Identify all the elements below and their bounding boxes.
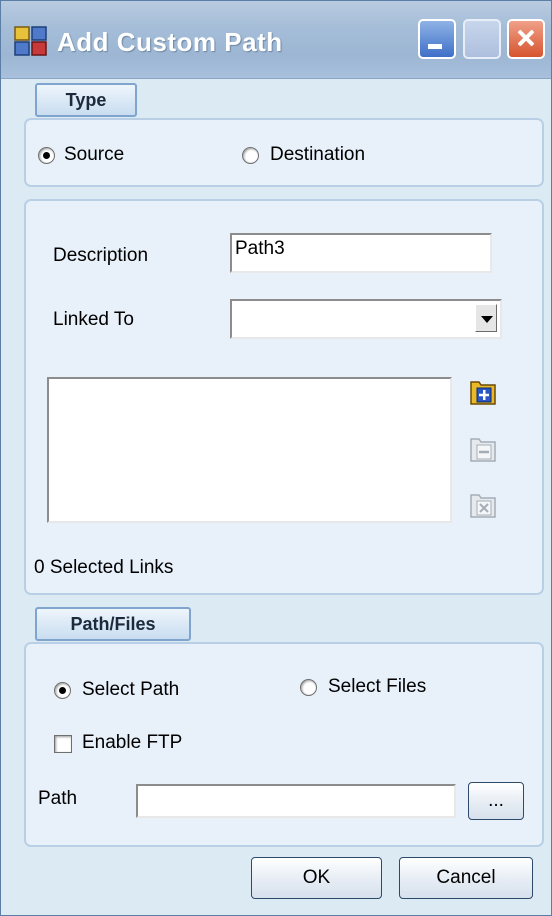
enable-ftp-label[interactable]: Enable FTP <box>82 732 182 754</box>
radio-select-path-label[interactable]: Select Path <box>82 679 179 701</box>
clear-links-icon[interactable] <box>469 489 497 519</box>
remove-link-icon[interactable] <box>469 433 497 463</box>
add-custom-path-dialog: Add Custom Path Type Source Destination … <box>0 0 552 916</box>
links-list[interactable] <box>47 377 452 523</box>
path-field[interactable] <box>136 784 456 818</box>
cancel-button[interactable]: Cancel <box>399 857 533 899</box>
title-bar[interactable]: Add Custom Path <box>1 1 551 79</box>
radio-source-label[interactable]: Source <box>64 144 124 166</box>
minimize-icon[interactable] <box>418 19 456 59</box>
linked-to-label: Linked To <box>53 309 134 330</box>
add-link-icon[interactable] <box>469 376 497 406</box>
description-field[interactable]: Path3 <box>230 233 492 273</box>
window-title: Add Custom Path <box>57 27 283 57</box>
type-section-tab: Type <box>35 83 137 117</box>
app-icon <box>14 26 47 56</box>
radio-select-files-label[interactable]: Select Files <box>328 676 426 698</box>
path-label: Path <box>38 788 78 809</box>
browse-button[interactable]: ... <box>468 782 524 820</box>
description-label: Description <box>53 245 149 266</box>
radio-select-files[interactable] <box>300 679 317 696</box>
path-files-group: Select Path Select Files Enable FTP Path… <box>24 642 544 847</box>
chevron-down-icon[interactable] <box>475 304 497 332</box>
linked-to-combobox[interactable] <box>230 299 502 339</box>
maximize-icon[interactable] <box>463 19 501 59</box>
details-group: Description Path3 Linked To 0 Selected L… <box>24 199 544 595</box>
path-files-section-tab: Path/Files <box>35 607 191 641</box>
radio-select-path[interactable] <box>54 682 71 699</box>
enable-ftp-checkbox[interactable] <box>54 735 72 753</box>
radio-destination[interactable] <box>242 147 259 164</box>
radio-destination-label[interactable]: Destination <box>270 144 365 166</box>
type-group: Source Destination <box>24 118 544 187</box>
selected-links-count: 0 Selected Links <box>34 557 174 578</box>
ok-button[interactable]: OK <box>251 857 382 899</box>
close-icon[interactable] <box>507 19 545 59</box>
radio-source[interactable] <box>38 147 55 164</box>
